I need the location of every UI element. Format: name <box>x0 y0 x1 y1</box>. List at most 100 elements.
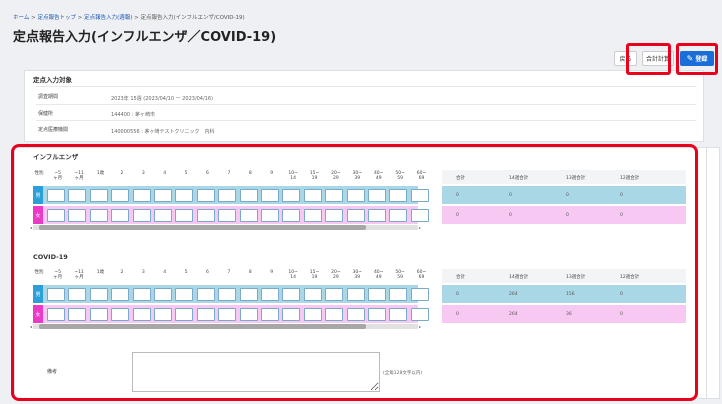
male-count-input[interactable] <box>239 288 258 301</box>
summary-header-row <box>442 269 686 283</box>
female-count-input[interactable] <box>368 308 386 321</box>
male-count-input[interactable] <box>47 288 65 301</box>
remarks-input[interactable] <box>132 352 380 392</box>
male-count-input[interactable] <box>389 288 408 301</box>
female-count-input[interactable] <box>175 308 194 321</box>
female-count-input[interactable] <box>132 209 151 222</box>
male-count-input[interactable] <box>303 288 322 301</box>
female-count-input[interactable] <box>325 209 344 222</box>
back-button[interactable]: 戻る <box>614 51 637 66</box>
male-count-input[interactable] <box>325 288 344 301</box>
scroll-left-arrow[interactable]: ◂ <box>30 324 32 329</box>
male-summary-value: 0 <box>566 193 569 198</box>
male-count-input[interactable] <box>154 189 172 202</box>
female-count-input[interactable] <box>410 308 429 321</box>
right-panel <box>706 147 720 399</box>
divider <box>36 104 696 105</box>
male-count-input[interactable] <box>196 288 215 301</box>
female-count-input[interactable] <box>132 308 151 321</box>
female-count-input[interactable] <box>410 209 429 222</box>
male-count-input[interactable] <box>368 288 386 301</box>
female-count-input[interactable] <box>111 209 130 222</box>
age-column-header: 5 <box>184 171 188 176</box>
female-count-input[interactable] <box>68 209 87 222</box>
register-button[interactable]: ✎ 登録 <box>680 51 714 66</box>
age-column-header: 30~ 39 <box>352 171 363 181</box>
male-count-input[interactable] <box>68 288 87 301</box>
female-count-input[interactable] <box>47 209 65 222</box>
male-count-input[interactable] <box>111 288 130 301</box>
scrollbar-thumb[interactable] <box>39 225 366 230</box>
male-count-input[interactable] <box>325 189 344 202</box>
male-count-input[interactable] <box>389 189 408 202</box>
male-count-input[interactable] <box>410 189 429 202</box>
male-count-input[interactable] <box>132 288 151 301</box>
female-count-input[interactable] <box>47 308 65 321</box>
female-count-input[interactable] <box>154 209 172 222</box>
scroll-right-arrow[interactable]: ▸ <box>419 225 421 230</box>
female-count-input[interactable] <box>303 209 322 222</box>
female-count-input[interactable] <box>239 209 258 222</box>
female-count-input[interactable] <box>261 209 279 222</box>
female-count-input[interactable] <box>346 209 365 222</box>
influenza-section-title: インフルエンザ <box>33 153 79 161</box>
female-count-input[interactable] <box>218 308 237 321</box>
female-count-input[interactable] <box>196 209 215 222</box>
male-count-input[interactable] <box>154 288 172 301</box>
male-count-input[interactable] <box>368 189 386 202</box>
male-count-input[interactable] <box>47 189 65 202</box>
divider <box>36 86 696 87</box>
female-count-input[interactable] <box>154 308 172 321</box>
male-count-input[interactable] <box>175 189 194 202</box>
female-count-input[interactable] <box>196 308 215 321</box>
male-count-input[interactable] <box>261 189 279 202</box>
female-count-input[interactable] <box>218 209 237 222</box>
female-count-input[interactable] <box>325 308 344 321</box>
female-count-input[interactable] <box>239 308 258 321</box>
scroll-left-arrow[interactable]: ◂ <box>30 225 32 230</box>
female-count-input[interactable] <box>68 308 87 321</box>
male-count-input[interactable] <box>89 288 108 301</box>
period-value: 2023年 15週 (2023/04/10 ー 2023/04/16) <box>111 96 213 102</box>
male-count-input[interactable] <box>346 189 365 202</box>
male-count-input[interactable] <box>89 189 108 202</box>
male-count-input[interactable] <box>282 189 301 202</box>
age-column-header: 15~ 19 <box>309 171 320 181</box>
scroll-right-arrow[interactable]: ▸ <box>419 324 421 329</box>
male-count-input[interactable] <box>410 288 429 301</box>
female-count-input[interactable] <box>89 209 108 222</box>
male-count-input[interactable] <box>68 189 87 202</box>
summary-column-header: 14週合計 <box>509 176 529 181</box>
female-count-input[interactable] <box>89 308 108 321</box>
calc-total-button[interactable]: 合計計算 <box>642 51 674 66</box>
breadcrumb-report-top-link[interactable]: 定点報告トップ <box>37 15 76 21</box>
female-count-input[interactable] <box>282 308 301 321</box>
female-count-input[interactable] <box>368 209 386 222</box>
age-column-header: 1歳 <box>96 270 105 275</box>
scrollbar-thumb[interactable] <box>39 324 366 329</box>
male-count-input[interactable] <box>218 288 237 301</box>
female-count-input[interactable] <box>261 308 279 321</box>
female-count-input[interactable] <box>111 308 130 321</box>
male-count-input[interactable] <box>196 189 215 202</box>
age-column-header: 60~ 69 <box>416 270 427 280</box>
age-column-header: ~11 ヶ月 <box>74 270 84 280</box>
male-count-input[interactable] <box>132 189 151 202</box>
male-count-input[interactable] <box>239 189 258 202</box>
breadcrumb-weekly-input-link[interactable]: 定点報告入力(週報) <box>84 15 132 21</box>
female-count-input[interactable] <box>346 308 365 321</box>
male-count-input[interactable] <box>175 288 194 301</box>
breadcrumb-home-link[interactable]: ホーム <box>13 15 29 21</box>
female-count-input[interactable] <box>389 308 408 321</box>
male-count-input[interactable] <box>261 288 279 301</box>
female-count-input[interactable] <box>389 209 408 222</box>
male-count-input[interactable] <box>111 189 130 202</box>
male-count-input[interactable] <box>282 288 301 301</box>
summary-column-header: 合計 <box>456 176 465 181</box>
female-count-input[interactable] <box>282 209 301 222</box>
male-count-input[interactable] <box>303 189 322 202</box>
male-count-input[interactable] <box>346 288 365 301</box>
female-count-input[interactable] <box>175 209 194 222</box>
male-count-input[interactable] <box>218 189 237 202</box>
female-count-input[interactable] <box>303 308 322 321</box>
